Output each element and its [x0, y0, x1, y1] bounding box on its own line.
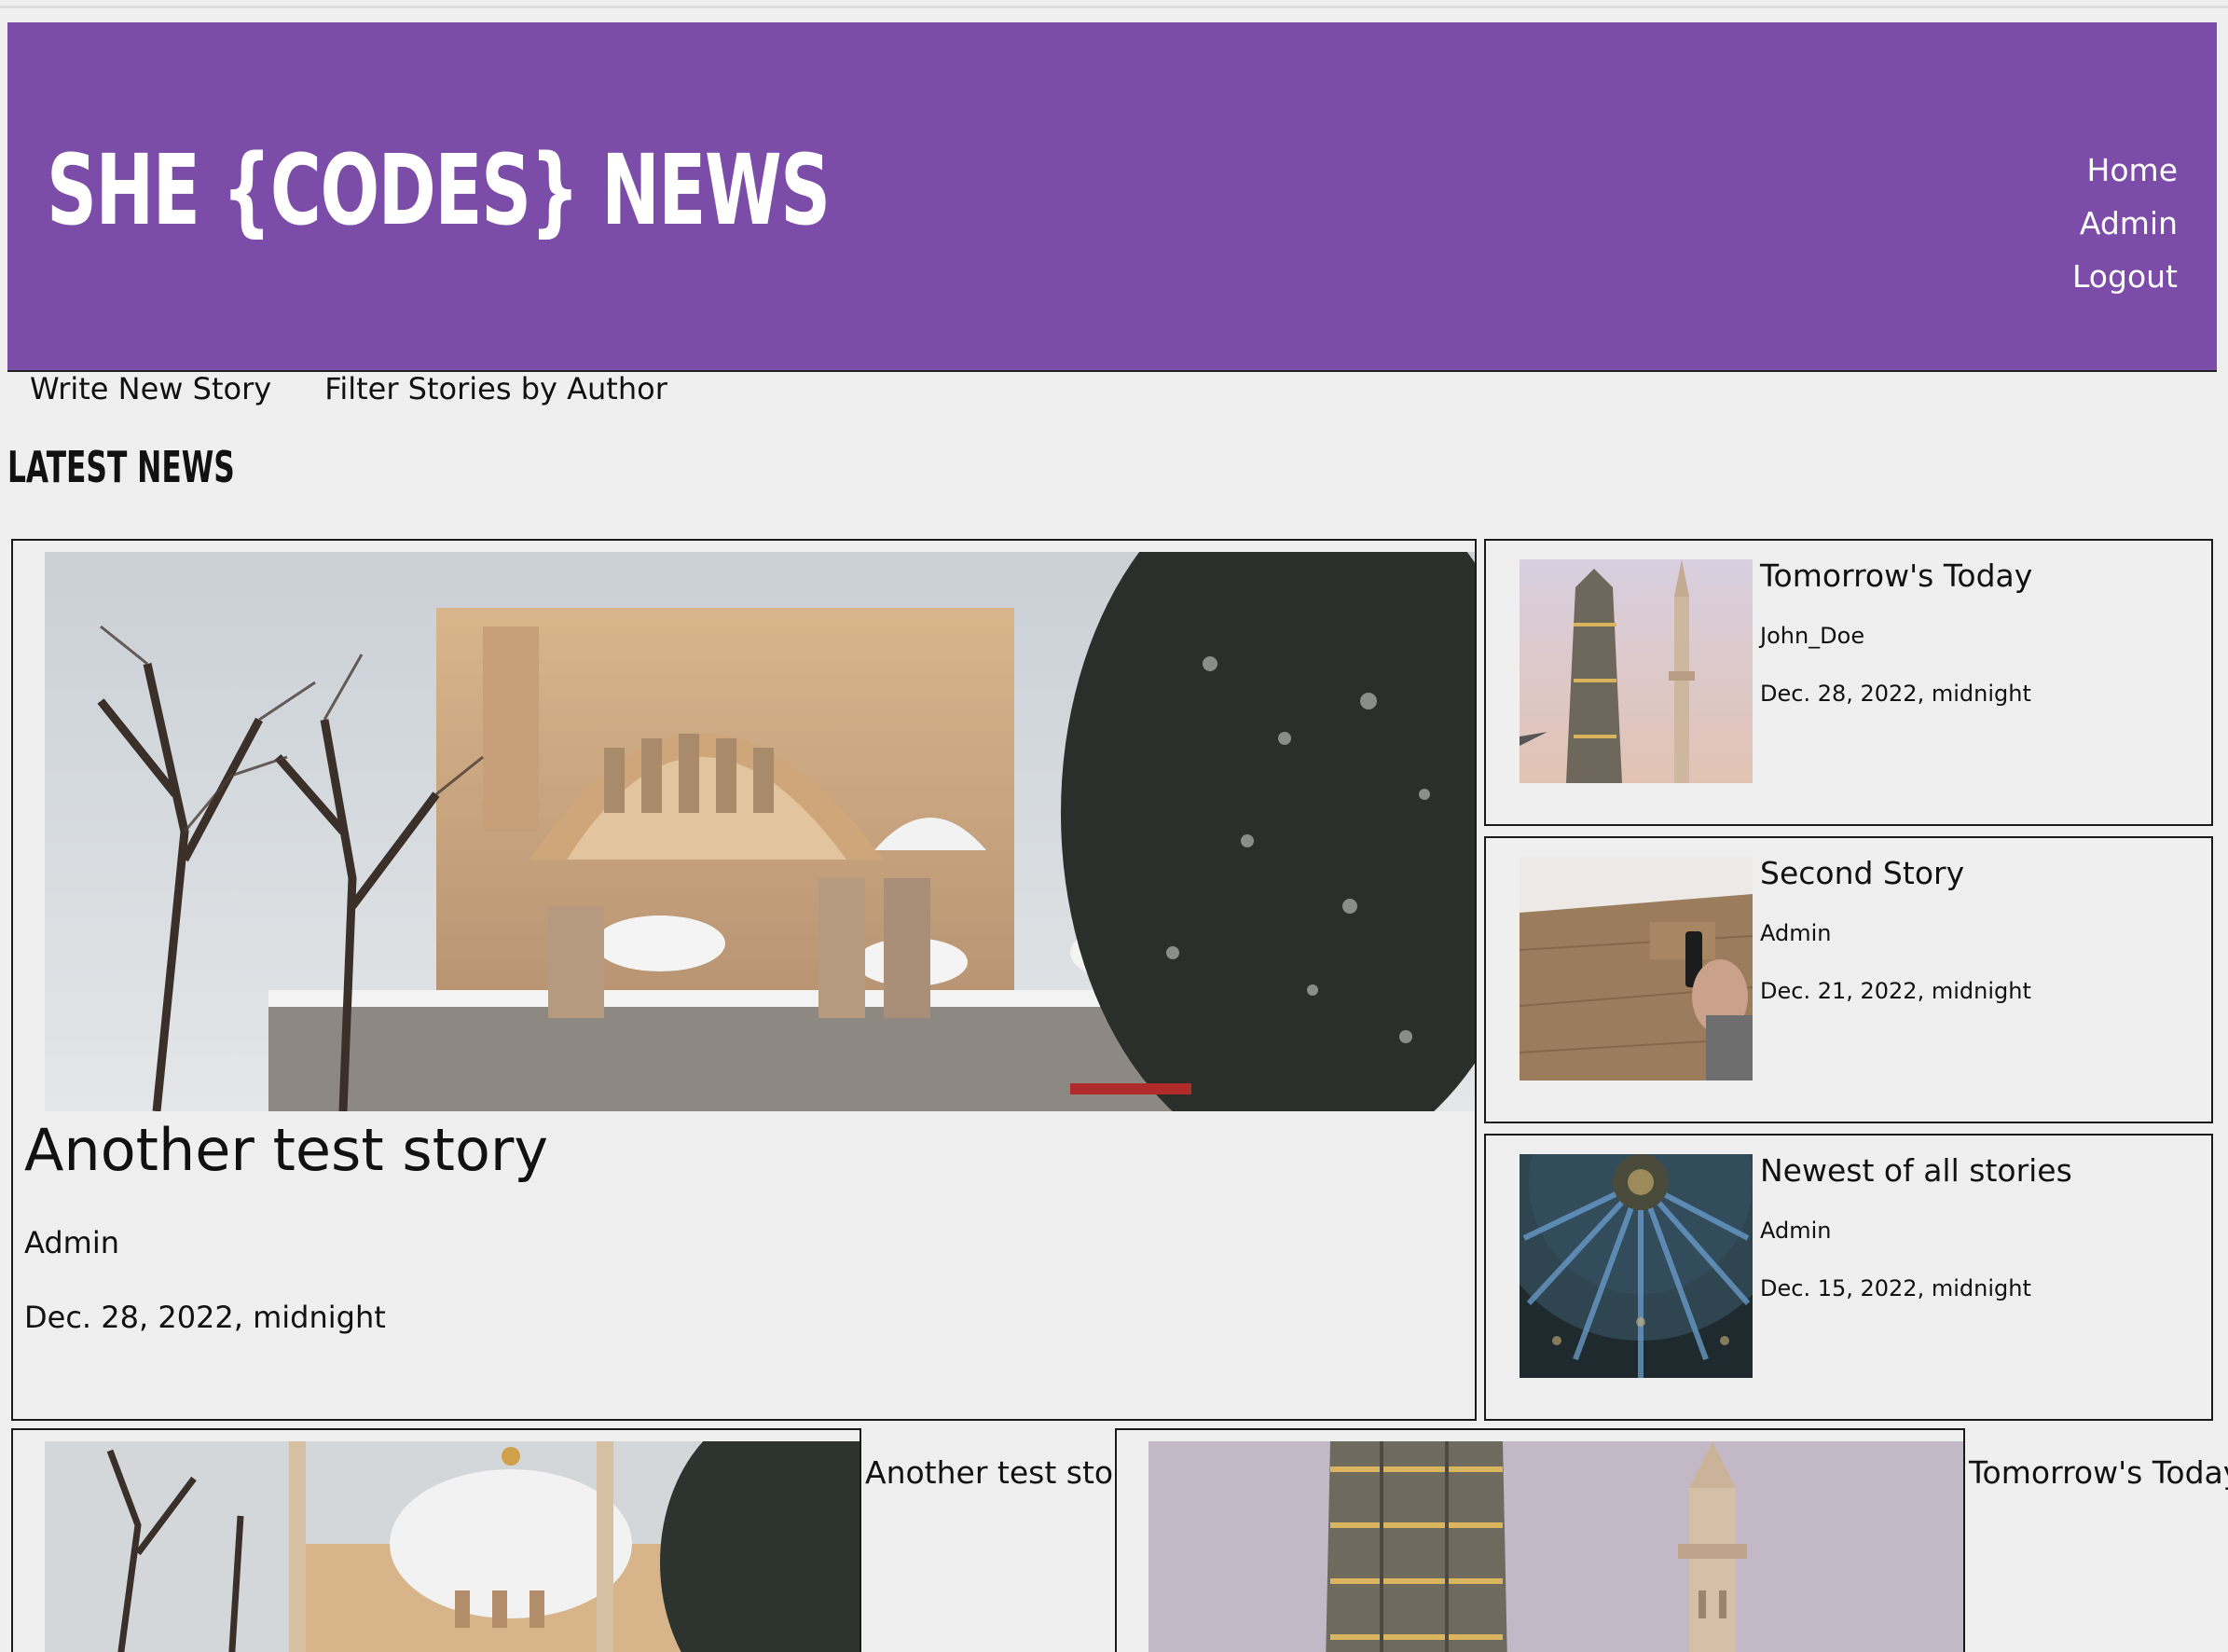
story-title[interactable]: Another test story: [865, 1454, 1144, 1491]
story-author: John_Doe: [1760, 623, 1865, 649]
story-title[interactable]: Second Story: [1760, 855, 1964, 891]
story-actions-nav: Write New Story Filter Stories by Author: [30, 369, 716, 408]
story-image[interactable]: [45, 1441, 860, 1652]
main-nav: Home Admin Logout: [2072, 144, 2178, 303]
story-image[interactable]: [1520, 559, 1753, 783]
story-title[interactable]: Newest of all stories: [1760, 1152, 2072, 1189]
section-title: LATEST NEWS: [7, 442, 235, 492]
story-author: Admin: [1760, 1218, 1832, 1244]
story-date: Dec. 21, 2022, midnight: [1760, 978, 2031, 1004]
story-card[interactable]: [1115, 1428, 1965, 1652]
site-header: SHE {CODES} NEWS Home Admin Logout: [7, 22, 2217, 372]
story-card[interactable]: Tomorrow's Today John_Doe Dec. 28, 2022,…: [1484, 539, 2213, 826]
nav-admin-link[interactable]: Admin: [2072, 197, 2178, 250]
story-author: Admin: [1760, 920, 1832, 946]
featured-story-date: Dec. 28, 2022, midnight: [24, 1300, 386, 1335]
filter-stories-link[interactable]: Filter Stories by Author: [324, 369, 667, 408]
featured-story-image[interactable]: [45, 552, 1475, 1111]
story-title[interactable]: Tomorrow's Today: [1969, 1454, 2228, 1491]
featured-story-title[interactable]: Another test story: [24, 1118, 548, 1182]
featured-story-card[interactable]: Another test story Admin Dec. 28, 2022, …: [11, 539, 1477, 1421]
story-image[interactable]: [1520, 1154, 1753, 1378]
story-title[interactable]: Tomorrow's Today: [1760, 558, 2032, 594]
story-date: Dec. 15, 2022, midnight: [1760, 1275, 2031, 1301]
story-date: Dec. 28, 2022, midnight: [1760, 681, 2031, 707]
story-image[interactable]: [1520, 857, 1753, 1081]
story-image[interactable]: [1148, 1441, 1963, 1652]
page: SHE {CODES} NEWS Home Admin Logout Write…: [0, 0, 2228, 1652]
story-card[interactable]: [11, 1428, 861, 1652]
story-card[interactable]: Second Story Admin Dec. 21, 2022, midnig…: [1484, 836, 2213, 1123]
featured-story-author: Admin: [24, 1225, 119, 1260]
site-brand[interactable]: SHE {CODES} NEWS: [47, 142, 831, 239]
nav-home-link[interactable]: Home: [2072, 144, 2178, 197]
nav-logout-link[interactable]: Logout: [2072, 250, 2178, 303]
story-card[interactable]: Newest of all stories Admin Dec. 15, 202…: [1484, 1134, 2213, 1421]
top-divider: [0, 6, 2228, 8]
write-new-story-link[interactable]: Write New Story: [30, 369, 271, 408]
